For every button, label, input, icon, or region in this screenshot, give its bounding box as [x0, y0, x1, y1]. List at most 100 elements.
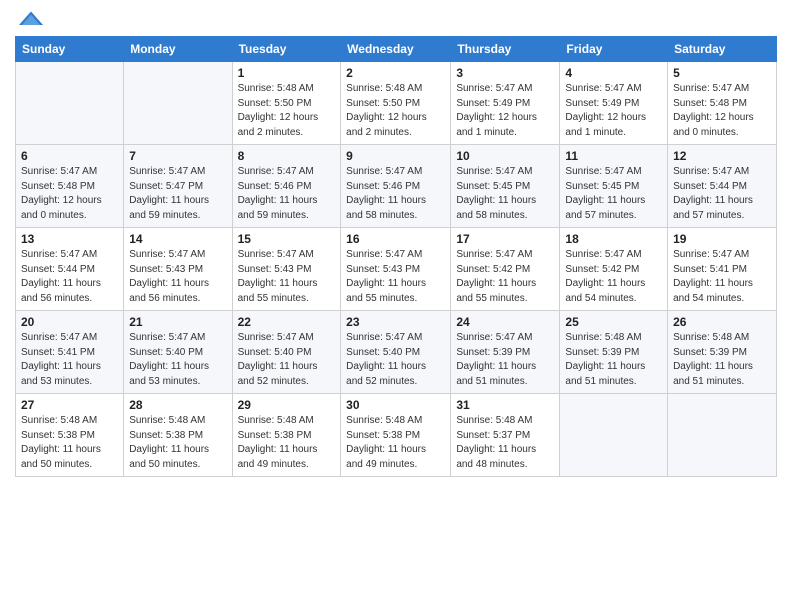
day-cell: 27Sunrise: 5:48 AM Sunset: 5:38 PM Dayli… — [16, 394, 124, 477]
day-cell: 30 Sunrise: 5:48 AM Sunset: 5:38 PM Dayli… — [341, 394, 451, 477]
day-cell: 4 Sunrise: 5:47 AM Sunset: 5:49 PM Daylig… — [560, 62, 668, 145]
col-header-tuesday: Tuesday — [232, 37, 341, 62]
day-info: Sunrise: 5:47 AM Sunset: 5:40 PM Dayligh… — [129, 331, 226, 389]
week-row-2: 6Sunrise: 5:47 AM Sunset: 5:48 PM Daylig… — [16, 145, 777, 228]
day-cell: 15Sunrise: 5:47 AM Sunset: 5:43 PM Dayli… — [232, 228, 341, 311]
day-cell: 21 Sunrise: 5:47 AM Sunset: 5:40 PM Dayli… — [124, 311, 232, 394]
day-number: 30 — [346, 398, 445, 412]
day-info: Sunrise: 5:47 AM Sunset: 5:43 PM Dayligh… — [346, 248, 445, 306]
day-info: Sunrise: 5:47 AM Sunset: 5:41 PM Dayligh… — [673, 248, 771, 306]
day-number: 26 — [673, 315, 771, 329]
day-info: Sunrise: 5:47 AM Sunset: 5:42 PM Dayligh… — [456, 248, 554, 306]
day-info: Sunrise: 5:47 AM Sunset: 5:48 PM Dayligh… — [673, 82, 771, 140]
day-cell: 25 Sunrise: 5:48 AM Sunset: 5:39 PM Dayli… — [560, 311, 668, 394]
col-header-saturday: Saturday — [668, 37, 777, 62]
day-cell: 8 Sunrise: 5:47 AM Sunset: 5:46 PM Daylig… — [232, 145, 341, 228]
day-info: Sunrise: 5:47 AM Sunset: 5:47 PM Dayligh… — [129, 165, 226, 223]
day-info: Sunrise: 5:48 AM Sunset: 5:39 PM Dayligh… — [673, 331, 771, 389]
main-container: SundayMondayTuesdayWednesdayThursdayFrid… — [0, 0, 792, 612]
day-info: Sunrise: 5:48 AM Sunset: 5:39 PM Dayligh… — [565, 331, 662, 389]
day-number: 2 — [346, 66, 445, 80]
day-cell: 11 Sunrise: 5:47 AM Sunset: 5:45 PM Dayli… — [560, 145, 668, 228]
day-number: 1 — [238, 66, 336, 80]
day-number: 24 — [456, 315, 554, 329]
day-cell: 5 Sunrise: 5:47 AM Sunset: 5:48 PM Daylig… — [668, 62, 777, 145]
day-cell: 20 Sunrise: 5:47 AM Sunset: 5:41 PM Dayli… — [16, 311, 124, 394]
day-info: Sunrise: 5:47 AM Sunset: 5:43 PM Dayligh… — [129, 248, 226, 306]
day-number: 14 — [129, 232, 226, 246]
day-info: Sunrise: 5:48 AM Sunset: 5:38 PM Dayligh… — [346, 414, 445, 472]
header — [15, 10, 777, 28]
week-row-3: 13Sunrise: 5:47 AM Sunset: 5:44 PM Dayli… — [16, 228, 777, 311]
day-cell: 6Sunrise: 5:47 AM Sunset: 5:48 PM Daylig… — [16, 145, 124, 228]
day-info: Sunrise: 5:47 AM Sunset: 5:39 PM Dayligh… — [456, 331, 554, 389]
day-number: 21 — [129, 315, 226, 329]
day-info: Sunrise: 5:47 AM Sunset: 5:41 PM Dayligh… — [21, 331, 118, 389]
week-row-4: 20 Sunrise: 5:47 AM Sunset: 5:41 PM Dayli… — [16, 311, 777, 394]
day-number: 11 — [565, 149, 662, 163]
day-cell: 13Sunrise: 5:47 AM Sunset: 5:44 PM Dayli… — [16, 228, 124, 311]
day-cell: 7 Sunrise: 5:47 AM Sunset: 5:47 PM Daylig… — [124, 145, 232, 228]
day-info: Sunrise: 5:47 AM Sunset: 5:49 PM Dayligh… — [565, 82, 662, 140]
day-info: Sunrise: 5:48 AM Sunset: 5:50 PM Dayligh… — [346, 82, 445, 140]
day-cell — [124, 62, 232, 145]
day-cell — [560, 394, 668, 477]
week-row-5: 27 Sunrise: 5:48 AM Sunset: 5:38 PM Dayli… — [16, 394, 777, 477]
day-cell — [668, 394, 777, 477]
day-cell: 31 Sunrise: 5:48 AM Sunset: 5:37 PM Dayli… — [451, 394, 560, 477]
col-header-wednesday: Wednesday — [341, 37, 451, 62]
day-cell: 10Sunrise: 5:47 AM Sunset: 5:45 PM Dayli… — [451, 145, 560, 228]
day-number: 25 — [565, 315, 662, 329]
day-number: 13 — [21, 232, 118, 246]
day-info: Sunrise: 5:47 AM Sunset: 5:46 PM Dayligh… — [238, 165, 336, 223]
day-number: 20 — [21, 315, 118, 329]
col-header-friday: Friday — [560, 37, 668, 62]
day-info: Sunrise: 5:48 AM Sunset: 5:38 PM Dayligh… — [129, 414, 226, 472]
calendar-header-row: SundayMondayTuesdayWednesdayThursdayFrid… — [16, 37, 777, 62]
logo — [15, 10, 45, 28]
day-number: 12 — [673, 149, 771, 163]
day-number: 16 — [346, 232, 445, 246]
day-cell: 22 Sunrise: 5:47 AM Sunset: 5:40 PM Dayli… — [232, 311, 341, 394]
day-info: Sunrise: 5:47 AM Sunset: 5:45 PM Dayligh… — [456, 165, 554, 223]
day-cell: 2 Sunrise: 5:48 AM Sunset: 5:50 PM Daylig… — [341, 62, 451, 145]
day-info: Sunrise: 5:48 AM Sunset: 5:50 PM Dayligh… — [238, 82, 336, 140]
day-info: Sunrise: 5:47 AM Sunset: 5:40 PM Dayligh… — [238, 331, 336, 389]
day-cell: 17 Sunrise: 5:47 AM Sunset: 5:42 PM Dayli… — [451, 228, 560, 311]
day-number: 28 — [129, 398, 226, 412]
day-number: 15 — [238, 232, 336, 246]
day-cell: 28 Sunrise: 5:48 AM Sunset: 5:38 PM Dayli… — [124, 394, 232, 477]
day-cell: 26 Sunrise: 5:48 AM Sunset: 5:39 PM Dayli… — [668, 311, 777, 394]
day-info: Sunrise: 5:47 AM Sunset: 5:44 PM Dayligh… — [673, 165, 771, 223]
day-cell: 19Sunrise: 5:47 AM Sunset: 5:41 PM Dayli… — [668, 228, 777, 311]
day-cell — [16, 62, 124, 145]
day-number: 3 — [456, 66, 554, 80]
day-number: 5 — [673, 66, 771, 80]
day-info: Sunrise: 5:47 AM Sunset: 5:49 PM Dayligh… — [456, 82, 554, 140]
day-cell: 29Sunrise: 5:48 AM Sunset: 5:38 PM Dayli… — [232, 394, 341, 477]
day-cell: 14 Sunrise: 5:47 AM Sunset: 5:43 PM Dayli… — [124, 228, 232, 311]
col-header-thursday: Thursday — [451, 37, 560, 62]
day-info: Sunrise: 5:48 AM Sunset: 5:37 PM Dayligh… — [456, 414, 554, 472]
day-cell: 24 Sunrise: 5:47 AM Sunset: 5:39 PM Dayli… — [451, 311, 560, 394]
day-number: 23 — [346, 315, 445, 329]
day-number: 4 — [565, 66, 662, 80]
day-cell: 9Sunrise: 5:47 AM Sunset: 5:46 PM Daylig… — [341, 145, 451, 228]
day-number: 22 — [238, 315, 336, 329]
col-header-sunday: Sunday — [16, 37, 124, 62]
day-number: 7 — [129, 149, 226, 163]
logo-icon — [17, 10, 45, 28]
day-number: 18 — [565, 232, 662, 246]
day-number: 8 — [238, 149, 336, 163]
day-number: 31 — [456, 398, 554, 412]
day-number: 6 — [21, 149, 118, 163]
day-info: Sunrise: 5:47 AM Sunset: 5:40 PM Dayligh… — [346, 331, 445, 389]
day-cell: 18 Sunrise: 5:47 AM Sunset: 5:42 PM Dayli… — [560, 228, 668, 311]
day-info: Sunrise: 5:47 AM Sunset: 5:45 PM Dayligh… — [565, 165, 662, 223]
day-number: 27 — [21, 398, 118, 412]
day-cell: 3 Sunrise: 5:47 AM Sunset: 5:49 PM Daylig… — [451, 62, 560, 145]
day-cell: 1 Sunrise: 5:48 AM Sunset: 5:50 PM Daylig… — [232, 62, 341, 145]
day-info: Sunrise: 5:47 AM Sunset: 5:42 PM Dayligh… — [565, 248, 662, 306]
day-number: 17 — [456, 232, 554, 246]
week-row-1: 1 Sunrise: 5:48 AM Sunset: 5:50 PM Daylig… — [16, 62, 777, 145]
